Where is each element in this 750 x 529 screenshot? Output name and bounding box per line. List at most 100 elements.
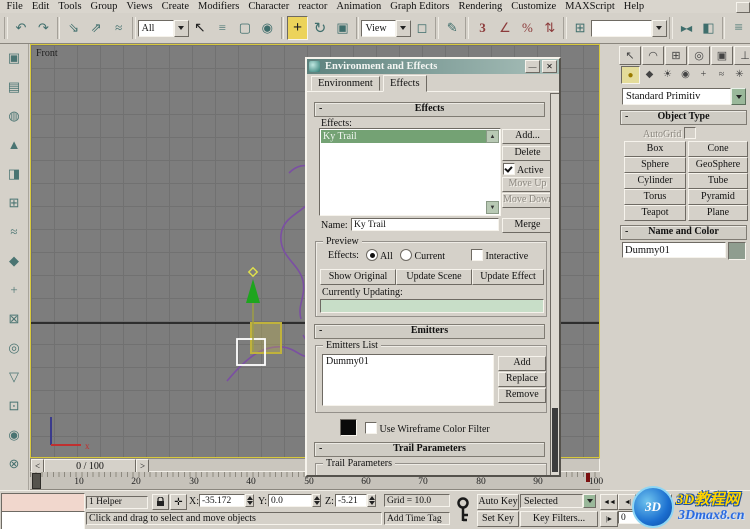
remove-emitter-button[interactable]: Remove [498, 388, 546, 403]
coord-z-spinner[interactable] [367, 494, 376, 507]
coord-x-spinner[interactable] [245, 494, 254, 507]
absolute-offset-toggle-icon[interactable]: ✛ [170, 494, 187, 510]
wireframe-filter-checkbox[interactable] [365, 422, 377, 434]
object-type-rollout-header[interactable]: - Object Type [620, 110, 747, 125]
selection-lock-icon[interactable] [152, 494, 169, 510]
menu-help[interactable]: Help [619, 1, 648, 12]
reactor-tool-icon[interactable]: ▣ [3, 47, 25, 69]
show-original-button[interactable]: Show Original [320, 269, 396, 285]
merge-button[interactable]: Merge [502, 218, 553, 233]
reactor-tool-icon[interactable]: ▲ [3, 134, 25, 156]
add-time-tag[interactable]: Add Time Tag [384, 512, 450, 525]
replace-emitter-button[interactable]: Replace [498, 372, 546, 387]
scroll-up-icon[interactable]: ▲ [486, 130, 499, 143]
menu-customize[interactable]: Customize [507, 1, 561, 12]
percent-snap-icon[interactable]: % [517, 16, 538, 40]
window-crossing-icon[interactable]: ◉ [257, 16, 278, 40]
menu-file[interactable]: File [2, 1, 27, 12]
key-filters-button[interactable]: Key Filters... [520, 511, 598, 527]
tab-hierarchy[interactable]: ⊞ [665, 46, 687, 65]
use-pivot-center-icon[interactable]: ◻ [411, 16, 433, 40]
emitter-list-item[interactable]: Dummy01 [323, 355, 493, 368]
category-lights-icon[interactable]: ☀ [659, 66, 676, 82]
tab-utilities[interactable]: ⊥ [734, 46, 750, 65]
add-effect-button[interactable]: Add... [502, 129, 553, 144]
reactor-tool-icon[interactable]: ▽ [3, 366, 25, 388]
time-slider-prev-arrow[interactable]: < [31, 459, 44, 473]
trail-parameters-rollout-header[interactable]: - Trail Parameters [314, 442, 545, 457]
chevron-down-icon[interactable] [651, 19, 667, 37]
reactor-tool-icon[interactable]: ≈ [3, 221, 25, 243]
minimize-button[interactable]: — [525, 60, 540, 73]
gizmo-y-arrow[interactable] [246, 279, 260, 303]
select-and-move-icon[interactable]: + [287, 16, 308, 40]
menu-maxscript[interactable]: MAXScript [561, 1, 620, 12]
effect-name-field[interactable]: Ky Trail [351, 218, 499, 231]
tab-motion[interactable]: ◎ [688, 46, 710, 65]
key-mode-dropdown[interactable]: Selected [520, 494, 596, 508]
reactor-tool-icon[interactable]: ◍ [3, 105, 25, 127]
tab-display[interactable]: ▣ [711, 46, 733, 65]
update-scene-button[interactable]: Update Scene [396, 269, 472, 285]
menu-graph-editors[interactable]: Graph Editors [386, 1, 454, 12]
effects-rollout-header[interactable]: - Effects [314, 102, 545, 117]
menu-animation[interactable]: Animation [332, 1, 386, 12]
menu-reactor[interactable]: reactor [294, 1, 332, 12]
reactor-tool-icon[interactable]: ⊗ [3, 453, 25, 475]
category-cameras-icon[interactable]: ◉ [677, 66, 694, 82]
cylinder-button[interactable]: Cylinder [624, 173, 686, 189]
reactor-tool-icon[interactable]: + [3, 279, 25, 301]
menu-character[interactable]: Character [244, 1, 294, 12]
category-helpers-icon[interactable]: + [695, 66, 712, 82]
reference-coordinate-dropdown[interactable]: View [361, 19, 411, 37]
reactor-tool-icon[interactable]: ⊠ [3, 308, 25, 330]
tab-environment[interactable]: Environment [311, 76, 380, 91]
box-button[interactable]: Box [624, 141, 686, 157]
dialog-scrollbar[interactable] [550, 93, 559, 475]
spinner-snap-icon[interactable]: ⇅ [539, 16, 561, 40]
tab-modify[interactable]: ◠ [642, 46, 664, 65]
reactor-tool-icon[interactable]: ◨ [3, 163, 25, 185]
rectangular-selection-region-icon[interactable]: ▢ [234, 16, 256, 40]
select-by-name-icon[interactable]: ≡ [212, 16, 233, 40]
snap-toggle-3d-icon[interactable]: 3 [472, 16, 493, 40]
coord-y-field[interactable]: 0.0 [268, 494, 312, 507]
bind-to-space-warp-icon[interactable]: ≈ [108, 16, 129, 40]
select-object-icon[interactable]: ↖ [189, 16, 211, 40]
menu-group[interactable]: Group [86, 1, 122, 12]
angle-snap-icon[interactable]: ∠ [494, 16, 516, 40]
category-systems-icon[interactable]: ✳ [731, 66, 748, 82]
time-slider-next-arrow[interactable]: > [136, 459, 149, 473]
select-and-link-icon[interactable]: ⇘ [63, 16, 84, 40]
torus-button[interactable]: Torus [624, 189, 686, 205]
radio-all[interactable]: All [366, 249, 393, 262]
dummy-helper-box[interactable] [250, 322, 282, 354]
align-icon[interactable]: ◧ [698, 16, 719, 40]
keyframe-marker[interactable] [586, 473, 590, 482]
reactor-tool-icon[interactable]: ⊞ [3, 192, 25, 214]
redo-icon[interactable]: ↷ [33, 16, 54, 40]
category-spacewarps-icon[interactable]: ≈ [713, 66, 730, 82]
select-and-rotate-icon[interactable]: ↻ [309, 16, 331, 40]
mirror-icon[interactable]: ▶◀ [675, 16, 697, 40]
interactive-checkbox[interactable] [471, 249, 483, 261]
go-to-end-button[interactable]: |► [600, 511, 618, 527]
tab-effects[interactable]: Effects [383, 75, 427, 92]
named-selection-dropdown[interactable] [591, 19, 667, 37]
menu-modifiers[interactable]: Modifiers [193, 1, 243, 12]
chevron-down-icon[interactable] [173, 19, 189, 37]
category-shapes-icon[interactable]: ◆ [641, 66, 658, 82]
layer-manager-icon[interactable]: ≡ [728, 16, 749, 40]
tube-button[interactable]: Tube [688, 173, 748, 189]
emitters-rollout-header[interactable]: - Emitters [314, 324, 545, 339]
category-geometry-icon[interactable]: ● [621, 66, 640, 84]
reactor-tool-icon[interactable]: ◉ [3, 424, 25, 446]
menu-edit[interactable]: Edit [27, 1, 54, 12]
selection-filter-dropdown[interactable]: All [137, 19, 189, 37]
set-key-button[interactable]: Set Key [477, 511, 519, 527]
reactor-tool-icon[interactable]: ⊡ [3, 395, 25, 417]
geosphere-button[interactable]: GeoSphere [688, 157, 748, 173]
active-checkbox[interactable] [503, 163, 515, 175]
close-button[interactable]: ✕ [542, 60, 557, 73]
menu-views[interactable]: Views [122, 1, 157, 12]
